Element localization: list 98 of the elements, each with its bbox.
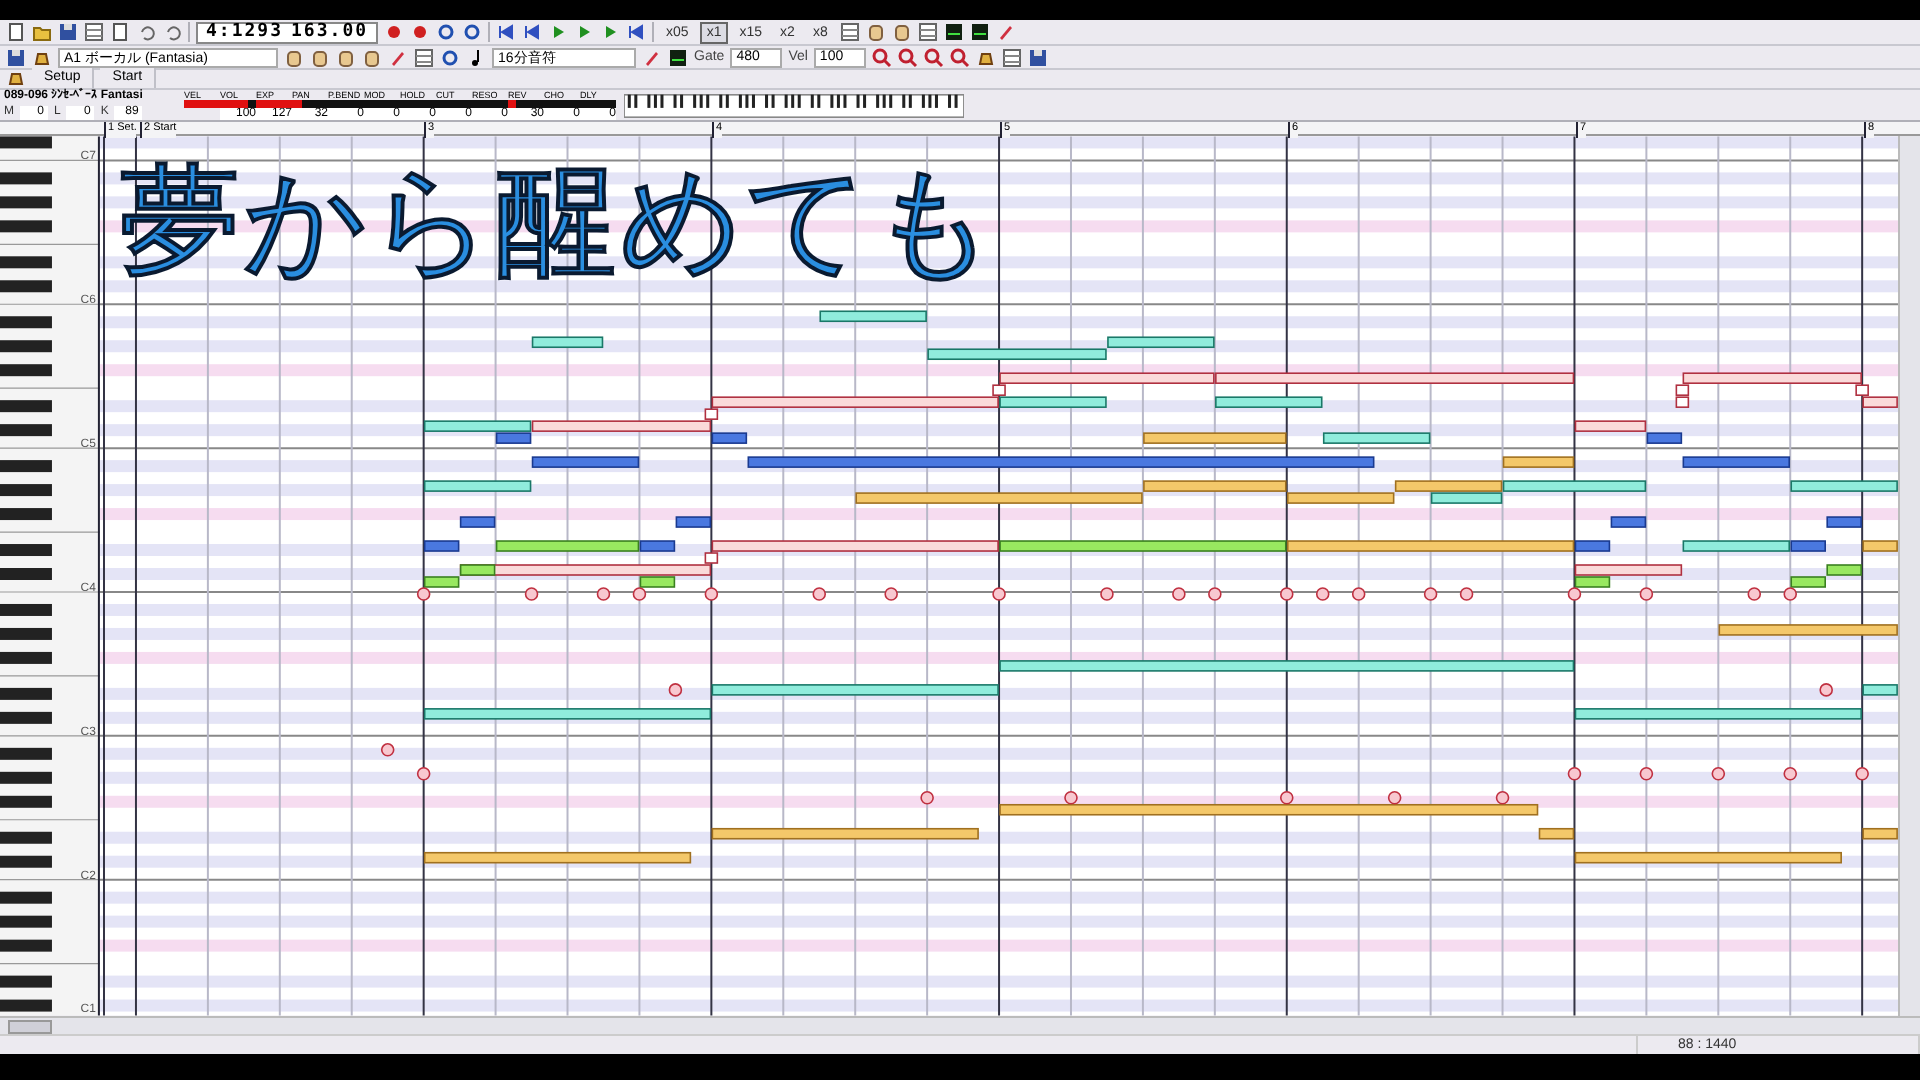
- skip-icon[interactable]: [496, 22, 517, 43]
- note-bar[interactable]: [1682, 457, 1790, 469]
- folder-icon[interactable]: [32, 22, 52, 43]
- note-bar[interactable]: [1430, 493, 1503, 505]
- drum-hit-marker[interactable]: [1639, 767, 1654, 782]
- drum-hit-marker[interactable]: [1279, 791, 1294, 806]
- record-icon[interactable]: [410, 22, 431, 43]
- drum-hit-marker[interactable]: [596, 588, 611, 602]
- zoom-icon[interactable]: [923, 47, 944, 68]
- tempo-value: 163.00: [291, 22, 369, 43]
- note-bar[interactable]: [495, 433, 532, 445]
- drum-hit-marker[interactable]: [1064, 791, 1078, 806]
- drum-hit-marker[interactable]: [704, 588, 719, 602]
- page-icon[interactable]: [6, 22, 26, 43]
- note-bar[interactable]: [639, 541, 676, 553]
- note-bar[interactable]: [1862, 684, 1898, 697]
- scroll-thumb[interactable]: [8, 1019, 52, 1034]
- drum-hit-marker[interactable]: [1711, 767, 1725, 782]
- pencil-icon[interactable]: [995, 22, 1016, 43]
- drum-hit-marker[interactable]: [668, 683, 683, 698]
- drum-hit-marker[interactable]: [1207, 588, 1222, 602]
- note-bar[interactable]: [1862, 397, 1898, 409]
- drum-hit-marker[interactable]: [1279, 588, 1294, 602]
- grid-icon[interactable]: [414, 47, 434, 68]
- note-handle[interactable]: [704, 409, 719, 421]
- page-icon[interactable]: [110, 22, 130, 43]
- note-bar[interactable]: [675, 517, 712, 529]
- play-icon[interactable]: [548, 22, 569, 43]
- monitor-icon[interactable]: [943, 22, 964, 43]
- loop-icon[interactable]: [440, 47, 460, 68]
- note-handle[interactable]: [704, 553, 719, 565]
- note-handle[interactable]: [992, 385, 1006, 397]
- note-bar[interactable]: [711, 433, 748, 445]
- drum-hit-marker[interactable]: [416, 588, 431, 602]
- drum-hit-marker[interactable]: [1351, 588, 1366, 602]
- note-bar[interactable]: [1214, 373, 1575, 385]
- drum-hit-marker[interactable]: [416, 767, 431, 782]
- save-icon[interactable]: [1027, 47, 1048, 68]
- drum-hit-marker[interactable]: [1567, 588, 1582, 602]
- drum-hit-marker[interactable]: [632, 588, 647, 602]
- note-bar[interactable]: [1538, 828, 1575, 841]
- drum-hit-marker[interactable]: [1783, 588, 1797, 602]
- drum-hit-marker[interactable]: [1855, 767, 1869, 782]
- note-handle[interactable]: [1855, 385, 1869, 397]
- note-bar[interactable]: [1682, 373, 1862, 385]
- note-bar[interactable]: [423, 541, 460, 553]
- loop-icon[interactable]: [462, 22, 483, 43]
- position-value: 4:1293: [206, 22, 284, 43]
- horizontal-scrollbar[interactable]: [0, 1016, 1920, 1034]
- zoom-icon[interactable]: [871, 47, 892, 68]
- note-bar[interactable]: [1826, 517, 1862, 529]
- drum-hit-marker[interactable]: [1783, 767, 1797, 782]
- drum-hit-marker[interactable]: [380, 743, 395, 758]
- drum-hit-marker[interactable]: [1100, 588, 1114, 602]
- grid-icon[interactable]: [84, 22, 104, 43]
- note-bar[interactable]: [1574, 541, 1611, 553]
- drum-hit-marker[interactable]: [524, 588, 539, 602]
- note-bar[interactable]: [747, 457, 1375, 469]
- drum-hit-marker[interactable]: [1747, 588, 1761, 602]
- drum-hit-marker[interactable]: [1567, 767, 1582, 782]
- note-bar[interactable]: [1646, 433, 1683, 445]
- drum-hit-marker[interactable]: [1819, 683, 1833, 698]
- play-icon[interactable]: [574, 22, 595, 43]
- loop-icon[interactable]: [436, 22, 457, 43]
- grid-icon[interactable]: [1001, 47, 1022, 68]
- zoom-icon[interactable]: [897, 47, 918, 68]
- monitor-icon[interactable]: [668, 47, 688, 68]
- drum-hit-marker[interactable]: [1315, 588, 1330, 602]
- note-bar[interactable]: [531, 457, 640, 469]
- pencil-icon[interactable]: [642, 47, 662, 68]
- zoom-icon[interactable]: [949, 47, 970, 68]
- drum-hit-marker[interactable]: [1495, 791, 1510, 806]
- drum-hit-marker[interactable]: [920, 791, 934, 806]
- note-bar[interactable]: [1610, 517, 1647, 529]
- drum-hit-marker[interactable]: [812, 588, 826, 602]
- note-bar[interactable]: [423, 577, 460, 589]
- play-icon[interactable]: [600, 22, 621, 43]
- note-bar[interactable]: [459, 517, 496, 529]
- save-icon[interactable]: [6, 47, 26, 68]
- skip-icon[interactable]: [522, 22, 543, 43]
- skip-icon[interactable]: [626, 22, 647, 43]
- drum-hit-marker[interactable]: [884, 588, 898, 602]
- drum-hit-marker[interactable]: [1423, 588, 1438, 602]
- drum-hit-marker[interactable]: [992, 588, 1006, 602]
- drum-hit-marker[interactable]: [1172, 588, 1186, 602]
- monitor-icon[interactable]: [969, 22, 990, 43]
- pencil-icon[interactable]: [388, 47, 408, 68]
- note-bar[interactable]: [1790, 541, 1826, 553]
- save-icon[interactable]: [58, 22, 78, 43]
- record-icon[interactable]: [384, 22, 405, 43]
- note-bar[interactable]: [1574, 577, 1611, 589]
- grid-icon[interactable]: [917, 22, 938, 43]
- vertical-scrollbar[interactable]: [1898, 136, 1920, 1017]
- drum-hit-marker[interactable]: [1387, 791, 1402, 806]
- grid-icon[interactable]: [839, 22, 860, 43]
- drum-hit-marker[interactable]: [1639, 588, 1654, 602]
- note-bar[interactable]: [999, 373, 1215, 385]
- drum-hit-marker[interactable]: [1459, 588, 1474, 602]
